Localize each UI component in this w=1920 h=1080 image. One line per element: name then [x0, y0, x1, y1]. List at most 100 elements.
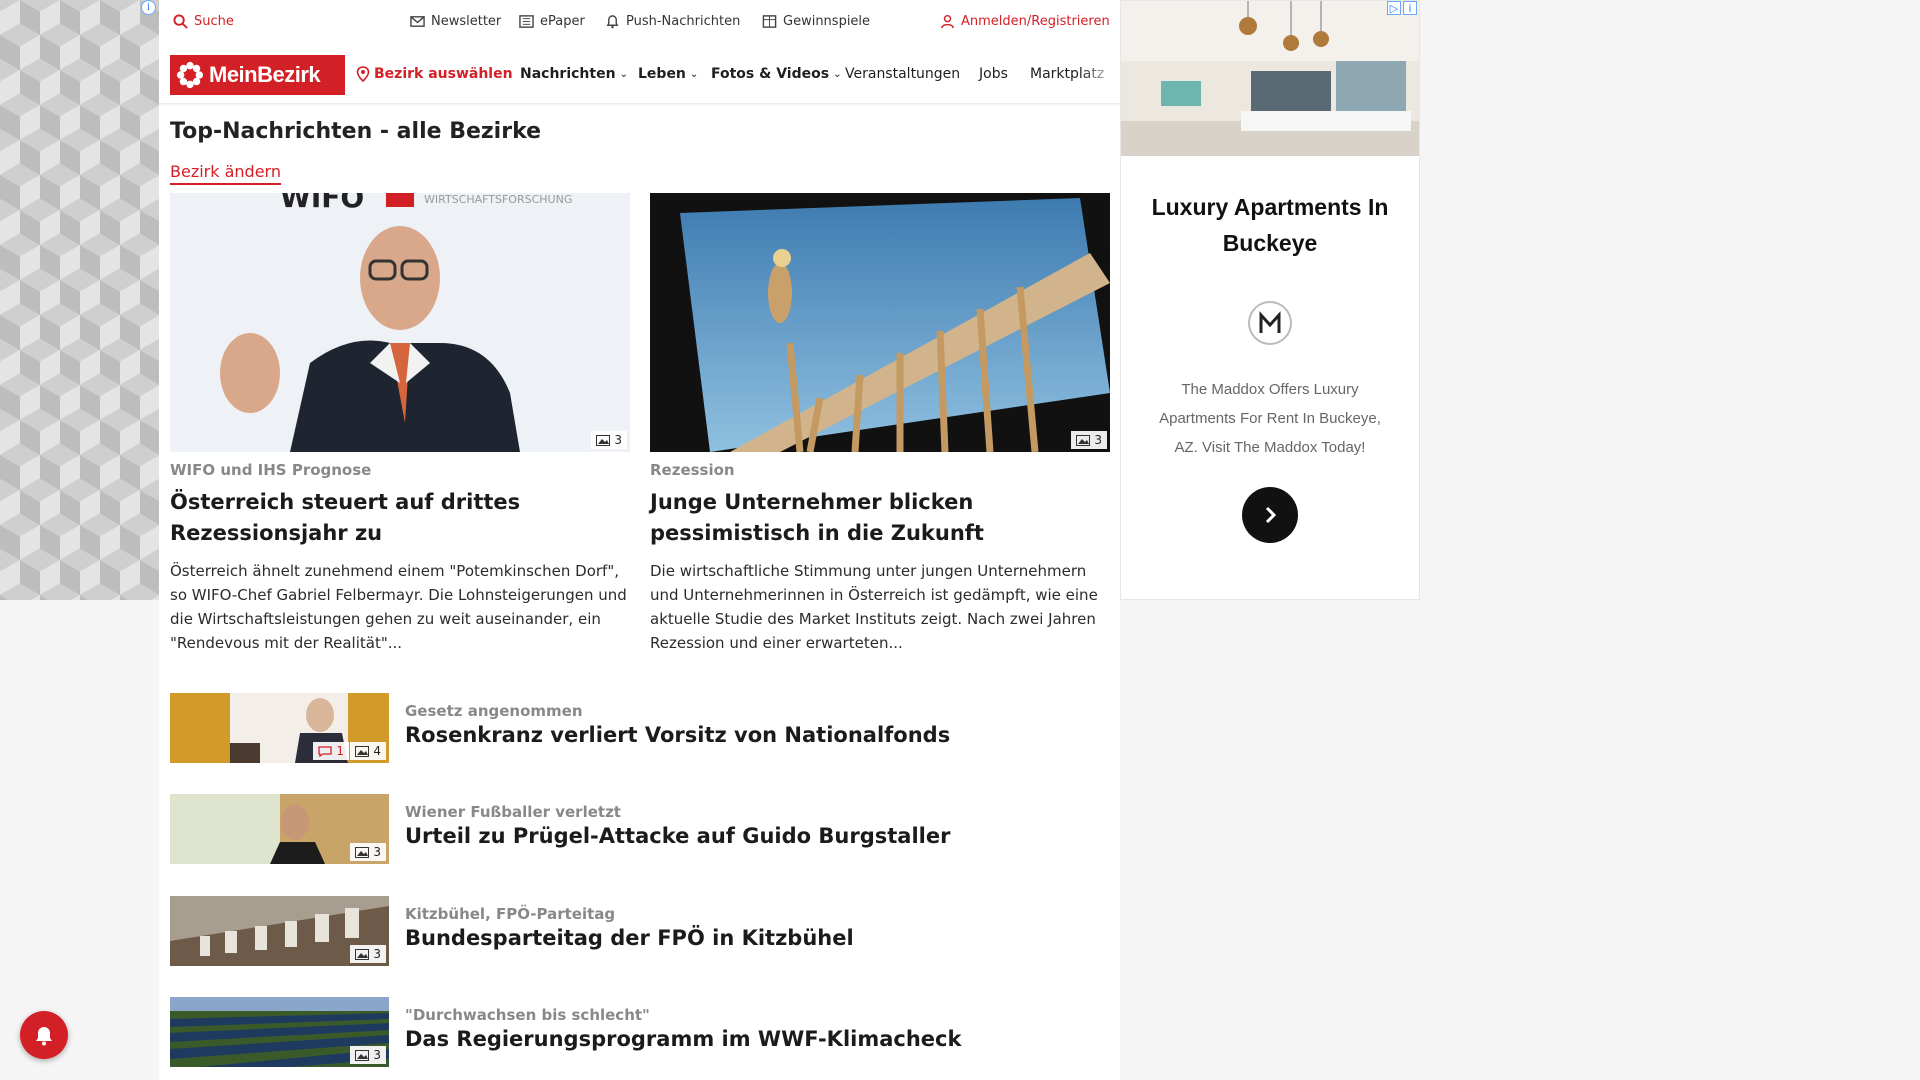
background-pattern [0, 0, 159, 600]
games-label: Gewinnspiele [783, 14, 871, 29]
story-teaser: Österreich ähnelt zunehmend einem "Potem… [170, 562, 627, 652]
list-thumb[interactable]: 3 [170, 896, 389, 966]
image-count-badge: 3 [350, 1046, 386, 1064]
games-link[interactable]: Gewinnspiele [762, 14, 870, 29]
story-teaser: Die wirtschaftliche Stimmung unter junge… [650, 562, 1098, 652]
list-item[interactable]: 1 4 Gesetz angenommen Rosenkranz verlier… [170, 693, 1110, 763]
change-district-link[interactable]: Bezirk ändern [170, 162, 281, 185]
chevron-down-icon: ⌄ [689, 68, 699, 80]
logo-text: MeinBezirk [209, 62, 321, 87]
chevron-right-icon [1265, 506, 1277, 524]
chevron-down-icon: ⌄ [619, 68, 628, 80]
nav-item-events[interactable]: Veranstaltungen [845, 66, 960, 82]
advertisement[interactable]: ▷ i Luxury Apartments In Buckeye The Mad… [1120, 0, 1420, 600]
notification-bell-button[interactable] [20, 1011, 68, 1059]
story-kicker: Rezession [650, 461, 735, 479]
top-story[interactable]: 3 Rezession Junge Unternehmer blicken pe… [650, 193, 1110, 655]
list-thumb[interactable]: 1 4 [170, 693, 389, 763]
ad-image[interactable]: ▷ i [1121, 1, 1419, 156]
image-count-badge: 3 [350, 945, 386, 963]
image-count: 3 [614, 433, 622, 447]
list-item[interactable]: 3 Wiener Fußballer verletzt Urteil zu Pr… [170, 794, 1110, 864]
comment-count: 1 [336, 744, 344, 758]
info-icon[interactable]: i [1403, 1, 1417, 15]
district-select[interactable]: Bezirk auswählen [356, 66, 513, 82]
story-kicker: Kitzbühel, FPÖ-Parteitag [405, 905, 616, 923]
story-headline[interactable]: Das Regierungsprogramm im WWF-Klimacheck [405, 1027, 961, 1051]
story-kicker: Wiener Fußballer verletzt [405, 803, 621, 821]
wifo-sign-subtext: WIRTSCHAFTSFORSCHUNG [424, 193, 572, 206]
list-thumb[interactable]: 3 [170, 794, 389, 864]
adchoices-icon[interactable]: ▷ [1387, 1, 1401, 15]
story-headline[interactable]: Rosenkranz verliert Vorsitz von National… [405, 723, 950, 747]
comment-icon [318, 745, 333, 757]
story-image[interactable]: 3 [650, 193, 1110, 452]
gallery-icon [355, 745, 370, 757]
image-count-badge: 3 [591, 431, 627, 449]
utility-bar: Suche Newsletter ePaper Push-Nachrichten… [159, 0, 1120, 46]
gift-icon [762, 15, 777, 28]
nav-item-photos-label: Fotos & Videos [711, 66, 830, 82]
nav-item-news-label: Nachrichten [520, 66, 616, 82]
nav-item-photos[interactable]: Fotos & Videos ⌄ [711, 66, 841, 82]
gallery-icon [355, 948, 370, 960]
story-image[interactable]: WIFO WIRTSCHAFTSFORSCHUNG 3 [170, 193, 630, 452]
epaper-link[interactable]: ePaper [519, 14, 585, 29]
chevron-down-icon: ⌄ [833, 68, 842, 80]
story-kicker: Gesetz angenommen [405, 702, 583, 720]
search-label: Suche [194, 14, 234, 29]
wifo-sign-text: WIFO [280, 193, 364, 214]
ad-info-icon[interactable]: i [141, 0, 156, 15]
story-headline[interactable]: Urteil zu Prügel-Attacke auf Guido Burgs… [405, 824, 950, 848]
epaper-label: ePaper [540, 14, 585, 29]
main-column: Suche Newsletter ePaper Push-Nachrichten… [159, 0, 1120, 1080]
story-image-construction [650, 193, 1110, 452]
nav-divider [159, 103, 1120, 106]
story-headline[interactable]: Junge Unternehmer blicken pessimistisch … [650, 487, 1110, 549]
image-count: 3 [373, 1048, 381, 1062]
nav-item-jobs[interactable]: Jobs [979, 66, 1008, 82]
maddox-logo-icon [1259, 311, 1281, 333]
push-link[interactable]: Push-Nachrichten [605, 14, 740, 29]
newsletter-link[interactable]: Newsletter [410, 14, 501, 29]
story-image-economist: WIFO WIRTSCHAFTSFORSCHUNG [170, 193, 630, 452]
logo-flower-icon [176, 61, 204, 89]
image-count: 3 [373, 947, 381, 961]
login-link[interactable]: Anmelden/Registrieren [940, 14, 1110, 29]
nav-item-news[interactable]: Nachrichten ⌄ [520, 66, 628, 82]
ad-apartment-image [1121, 1, 1419, 156]
page-title: Top-Nachrichten - alle Bezirke [170, 119, 542, 144]
district-select-label: Bezirk auswählen [374, 66, 513, 82]
logo[interactable]: MeinBezirk [170, 55, 345, 95]
ad-cta-button[interactable] [1242, 487, 1298, 543]
login-label: Anmelden/Registrieren [961, 14, 1110, 29]
search-link[interactable]: Suche [173, 14, 234, 29]
bell-icon [36, 1027, 52, 1046]
nav-item-life[interactable]: Leben ⌄ [638, 66, 698, 82]
nav-item-jobs-label: Jobs [979, 66, 1008, 82]
ad-brand-logo [1248, 301, 1292, 345]
comment-count-badge: 1 [313, 742, 349, 760]
image-count: 3 [1094, 433, 1102, 447]
story-headline[interactable]: Bundesparteitag der FPÖ in Kitzbühel [405, 926, 854, 950]
nav-fade [1080, 46, 1120, 104]
ad-title[interactable]: Luxury Apartments In Buckeye [1121, 189, 1419, 261]
newsletter-label: Newsletter [431, 14, 502, 29]
list-thumb[interactable]: 3 [170, 997, 389, 1067]
search-icon [173, 14, 188, 29]
list-item[interactable]: 3 Kitzbühel, FPÖ-Parteitag Bundesparteit… [170, 896, 1110, 966]
nav-item-life-label: Leben [638, 66, 686, 82]
top-story[interactable]: WIFO WIRTSCHAFTSFORSCHUNG 3 WIFO und IHS… [170, 193, 630, 655]
image-count-badge: 4 [350, 742, 386, 760]
story-headline[interactable]: Österreich steuert auf drittes Rezession… [170, 487, 630, 549]
user-icon [941, 14, 954, 29]
gallery-icon [355, 1049, 370, 1061]
newspaper-icon [519, 15, 534, 28]
list-item[interactable]: 3 "Durchwachsen bis schlecht" Das Regier… [170, 997, 1110, 1067]
ad-marks: ▷ i [1387, 1, 1417, 15]
location-pin-icon [356, 66, 370, 82]
ad-text: The Maddox Offers Luxury Apartments For … [1159, 381, 1381, 456]
gallery-icon [1076, 434, 1091, 446]
nav-item-events-label: Veranstaltungen [845, 66, 961, 82]
main-nav: MeinBezirk Bezirk auswählen Nachrichten ⌄… [159, 46, 1120, 104]
